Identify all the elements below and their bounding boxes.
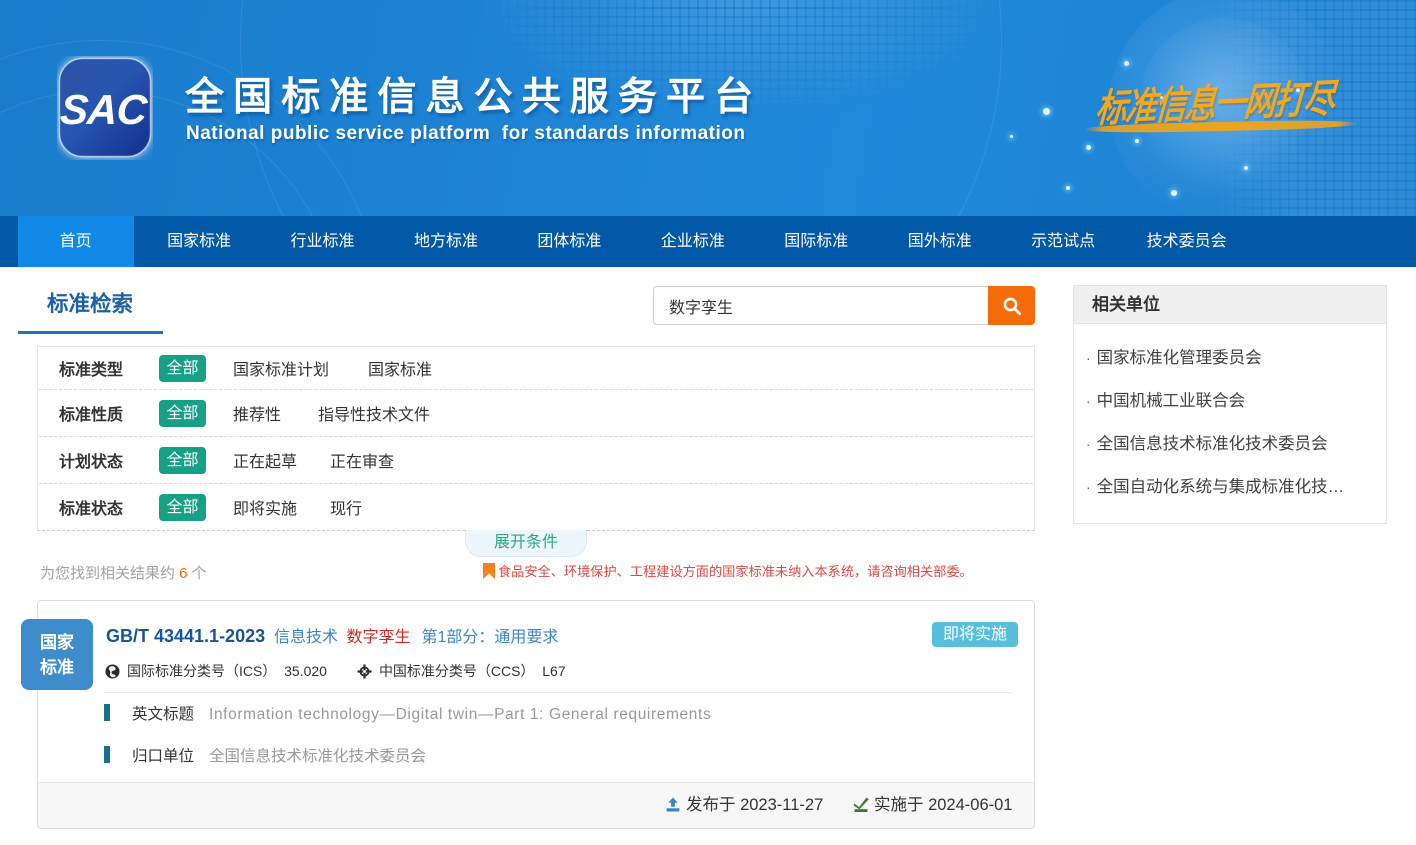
svg-text:SAC: SAC	[59, 86, 150, 133]
